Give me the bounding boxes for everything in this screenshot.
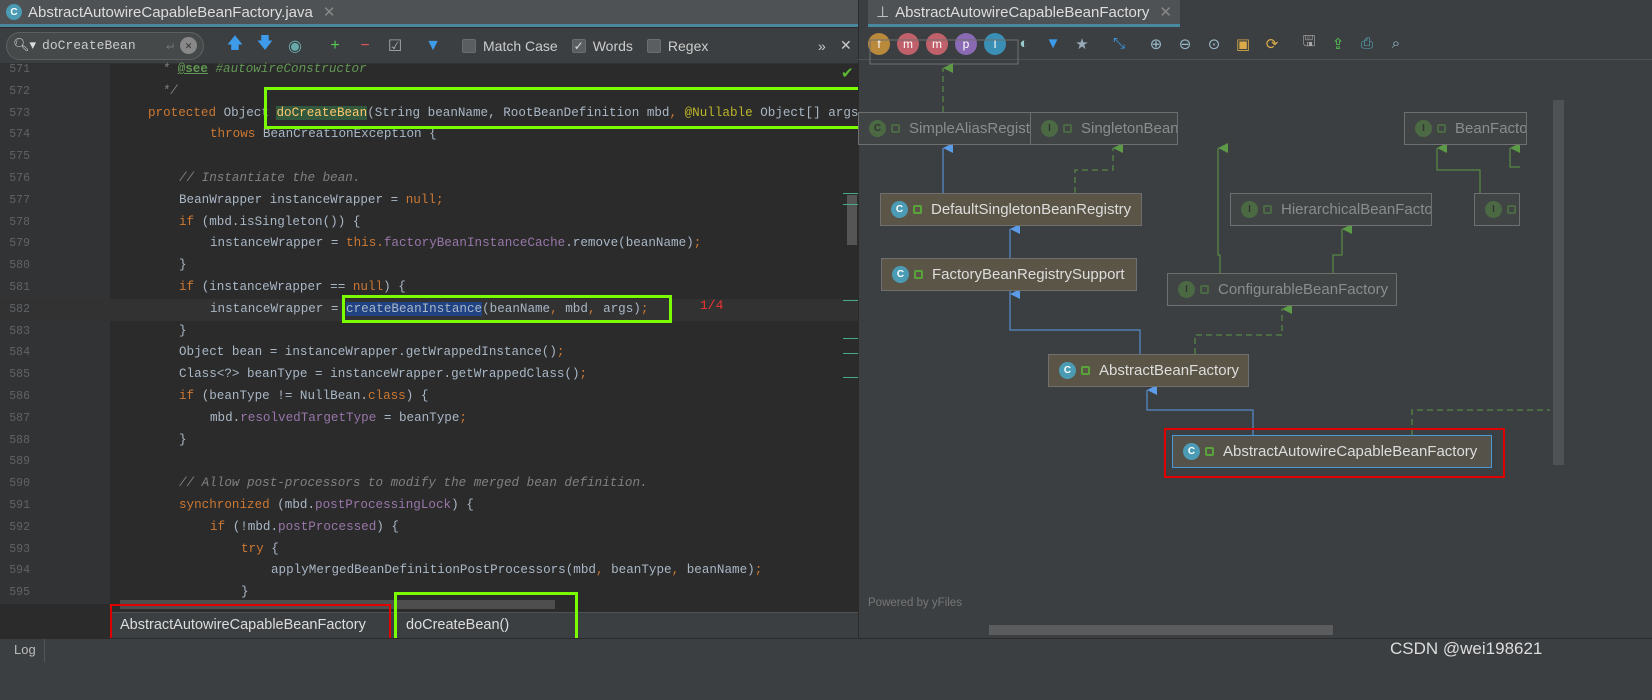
diagram-node[interactable]: C SimpleAliasRegistry [858,112,1037,145]
node-label: BeanFactory [1455,120,1527,137]
node-label: ConfigurableBeanFactory [1218,281,1389,298]
public-lock-icon [1263,205,1272,214]
selection-highlight-box [1164,428,1505,478]
diagram-edges [869,39,1550,435]
node-label: HierarchicalBeanFactory [1281,201,1432,218]
public-lock-icon [1437,124,1446,133]
public-lock-icon [914,270,923,279]
diagram-node[interactable]: I BeanFactory [1404,112,1527,145]
powered-by-label: Powered by yFiles [868,597,962,609]
node-label: AbstractBeanFactory [1099,362,1240,379]
public-lock-icon [1063,124,1072,133]
diagram-horizontal-scrollbar[interactable] [989,625,1333,635]
diagram-node[interactable]: I HierarchicalBeanFactory [1230,193,1432,226]
node-label: SingletonBeanRegistry [1081,120,1178,137]
interface-icon: I [1241,201,1258,218]
diagram-node[interactable]: I SingletonBeanRegistry [1030,112,1178,145]
public-lock-icon [913,205,922,214]
class-icon: C [891,201,908,218]
public-lock-icon [1200,285,1209,294]
diagram-node[interactable]: I ConfigurableBeanFactory [1167,273,1397,306]
status-bar: Log CSDN @wei198621 [0,638,1652,662]
diagram-node-partial[interactable] [869,39,1019,65]
watermark: CSDN @wei198621 [1390,639,1543,658]
diagram-node[interactable]: C FactoryBeanRegistrySupport [881,258,1137,291]
interface-icon: I [1415,120,1432,137]
node-label: FactoryBeanRegistrySupport [932,266,1125,283]
diagram-vertical-scrollbar[interactable] [1553,100,1564,465]
diagram-node[interactable]: IAut [1474,193,1520,226]
public-lock-icon [1081,366,1090,375]
interface-icon: I [1485,201,1502,218]
class-icon: C [1059,362,1076,379]
log-button[interactable]: Log [0,639,45,662]
interface-icon: I [1178,281,1195,298]
node-label: DefaultSingletonBeanRegistry [931,201,1132,218]
node-label: SimpleAliasRegistry [909,120,1037,137]
diagram-node[interactable]: C AbstractBeanFactory [1048,354,1249,387]
class-icon: C [869,120,886,137]
class-icon: C [892,266,909,283]
interface-icon: I [1041,120,1058,137]
public-lock-icon [891,124,900,133]
diagram-node[interactable]: C DefaultSingletonBeanRegistry [880,193,1142,226]
public-lock-icon [1507,205,1516,214]
